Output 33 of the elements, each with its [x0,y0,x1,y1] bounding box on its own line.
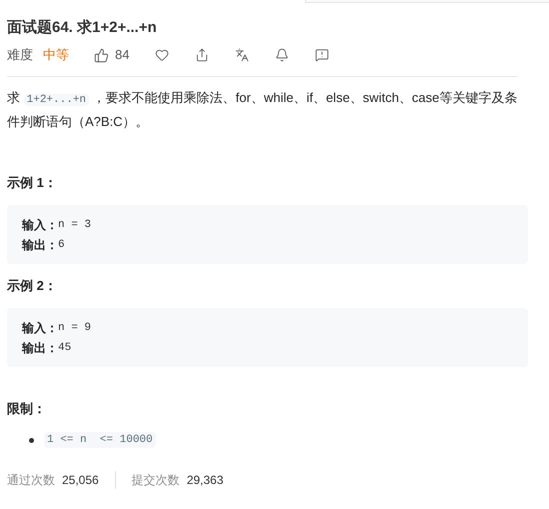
problem-description: 求 1+2+...+n ，要求不能使用乘除法、for、while、if、else、switch、case等关键字及条件判断语句（A?B:C）。 [7,89,518,131]
io-label: 输出： [22,237,58,254]
constraints-heading: 限制： [7,400,47,418]
io-value: 45 [58,341,72,356]
translate-icon [235,48,250,62]
feedback-button[interactable] [315,48,330,62]
io-label: 输出： [22,340,58,357]
stat-value: 25,056 [62,472,99,489]
io-value: 6 [58,238,65,253]
bullet-icon [29,438,34,442]
io-label: 输入： [22,217,58,234]
io-value: n = 3 [58,218,92,233]
like-button[interactable]: 84 [94,45,130,65]
stat-label: 提交次数 [132,472,180,489]
example-heading: 示例 2： [7,277,58,295]
stat-value: 29,363 [186,472,224,489]
io-value: n = 9 [58,321,92,336]
share-button[interactable] [195,48,210,62]
thumbs-up-icon [94,48,109,62]
constraint-code: 1 <= n <= 10000 [44,432,156,448]
stat-label: 通过次数 [7,472,55,489]
example-heading: 示例 1： [7,174,58,192]
heart-icon [155,48,170,62]
heart-button[interactable] [155,48,170,62]
difficulty-label: 难度 [7,46,33,64]
bell-button[interactable] [275,48,290,62]
translate-button[interactable] [235,48,250,62]
difficulty-value: 中等 [43,46,69,64]
io-label: 输入： [22,320,58,337]
problem-title: 面试题64. 求1+2+...+n [7,18,158,38]
bell-icon [275,48,290,62]
feedback-icon [315,48,330,62]
share-icon [195,48,210,62]
